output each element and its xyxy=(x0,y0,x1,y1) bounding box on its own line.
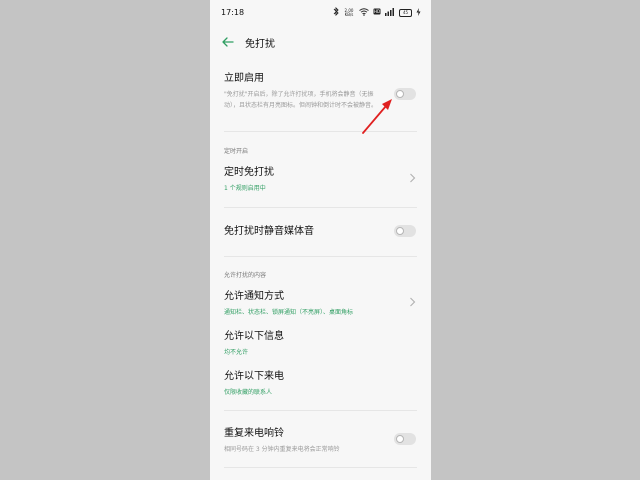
back-arrow-icon[interactable] xyxy=(221,34,235,48)
hd-icon: HD xyxy=(373,8,381,18)
mute-media-row: 免打扰时静音媒体音 xyxy=(224,225,417,238)
bluetooth-icon xyxy=(333,6,339,19)
enable-now-title: 立即启用 xyxy=(224,73,264,84)
repeat-calls-row: 重复来电响铃 相同号码在 3 分钟内重复来电将会正常响铃 xyxy=(224,427,417,455)
divider xyxy=(224,467,417,468)
status-bar: 17:18 2.00 KB/s HD 45 xyxy=(210,0,431,26)
repeat-calls-toggle[interactable] xyxy=(394,433,416,445)
allow-messages-sub: 均不允许 xyxy=(224,349,249,356)
allow-messages-row[interactable]: 允许以下信息 均不允许 xyxy=(224,330,417,356)
divider xyxy=(224,256,417,257)
signal-icon xyxy=(385,7,395,19)
page-title: 免打扰 xyxy=(245,39,275,50)
enable-now-toggle[interactable] xyxy=(394,88,416,100)
chevron-right-icon xyxy=(410,297,416,307)
scheduled-section-label: 定时开启 xyxy=(224,148,249,155)
mute-media-toggle[interactable] xyxy=(394,225,416,237)
scheduled-dnd-title: 定时免打扰 xyxy=(224,167,274,178)
allowed-section-label: 允许打扰的内容 xyxy=(224,272,267,279)
network-speed-icon: 2.00 KB/s xyxy=(344,8,354,17)
enable-now-row: 立即启用 "免打扰"开启后，除了允许打扰项，手机将会静音（无振动），且状态栏有月… xyxy=(224,72,417,111)
scheduled-dnd-row[interactable]: 定时免打扰 1 个规则启用中 xyxy=(224,166,417,192)
divider xyxy=(224,207,417,208)
header: 免打扰 xyxy=(210,30,431,54)
notify-method-row[interactable]: 允许通知方式 通知栏、状态栏、锁屏通知（不亮屏）、桌面角标 xyxy=(224,290,417,316)
repeat-calls-title: 重复来电响铃 xyxy=(224,428,284,439)
repeat-calls-description: 相同号码在 3 分钟内重复来电将会正常响铃 xyxy=(224,446,340,453)
toggle-knob xyxy=(396,90,404,98)
notify-method-sub: 通知栏、状态栏、锁屏通知（不亮屏）、桌面角标 xyxy=(224,309,354,316)
status-time: 17:18 xyxy=(221,8,245,17)
svg-text:HD: HD xyxy=(374,9,380,14)
wifi-icon xyxy=(359,7,369,19)
charging-icon xyxy=(416,7,421,19)
scheduled-dnd-sub: 1 个规则启用中 xyxy=(224,185,266,192)
battery-icon: 45 xyxy=(399,9,412,17)
divider xyxy=(224,131,417,132)
mute-media-title: 免打扰时静音媒体音 xyxy=(224,226,314,237)
chevron-right-icon xyxy=(410,173,416,183)
allow-calls-sub: 仅限收藏的联系人 xyxy=(224,389,273,396)
allow-calls-title: 允许以下来电 xyxy=(224,371,284,382)
status-icons: 2.00 KB/s HD 45 xyxy=(333,6,421,19)
divider xyxy=(224,410,417,411)
enable-now-description: "免打扰"开启后，除了允许打扰项，手机将会静音（无振动），且状态栏有月亮图标。但… xyxy=(224,91,378,109)
toggle-knob xyxy=(396,227,404,235)
toggle-knob xyxy=(396,435,404,443)
phone-screen: 17:18 2.00 KB/s HD 45 免打扰 立即启用 "免打扰"开启后，… xyxy=(210,0,431,480)
allow-calls-row[interactable]: 允许以下来电 仅限收藏的联系人 xyxy=(224,370,417,396)
allow-messages-title: 允许以下信息 xyxy=(224,331,284,342)
notify-method-title: 允许通知方式 xyxy=(224,291,284,302)
